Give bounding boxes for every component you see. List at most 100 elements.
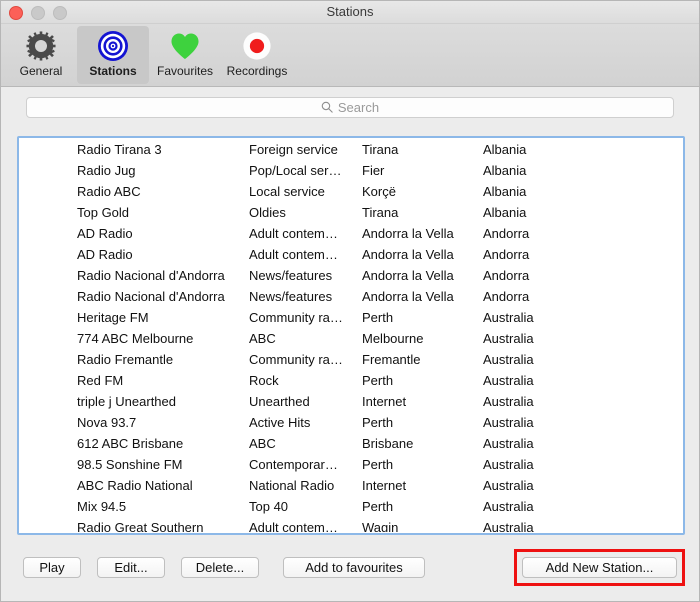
cell-station-name: Mix 94.5	[77, 499, 127, 514]
cell-station-name: 612 ABC Brisbane	[77, 436, 184, 451]
cell-city: Brisbane	[362, 436, 414, 451]
table-row[interactable]: triple j Unearthed Unearthed Internet Austr…	[20, 391, 682, 412]
title-bar: Stations	[1, 1, 699, 24]
table-row[interactable]: Top Gold Oldies Tirana Albania	[20, 202, 682, 223]
cell-city: Perth	[362, 310, 394, 325]
tab-recordings-label: Recordings	[226, 64, 288, 78]
stations-table-body[interactable]: Radio Tirana 3 Foreign service Tirana Alban…	[20, 139, 682, 532]
cell-city: Andorra la Vella	[362, 247, 454, 262]
cell-country: Australia	[483, 394, 534, 409]
table-row[interactable]: ABC Radio National National Radio Internet…	[20, 475, 682, 496]
cell-country: Australia	[483, 352, 534, 367]
tab-recordings[interactable]: Recordings	[221, 26, 293, 84]
cell-station-name: Radio Tirana 3	[77, 142, 162, 157]
edit-button[interactable]: Edit...	[97, 557, 165, 578]
cell-country: Australia	[483, 457, 534, 472]
table-row[interactable]: Radio Fremantle Community ra… Fremantle Aus…	[20, 349, 682, 370]
cell-country: Australia	[483, 373, 534, 388]
cell-station-name: Radio ABC	[77, 184, 141, 199]
cell-station-name: 98.5 Sonshine FM	[77, 457, 183, 472]
cell-city: Andorra la Vella	[362, 226, 454, 241]
cell-country: Albania	[483, 205, 527, 220]
table-row[interactable]: 774 ABC Melbourne ABC Melbourne Australia	[20, 328, 682, 349]
cell-station-name: Radio Jug	[77, 163, 136, 178]
tab-favourites[interactable]: Favourites	[149, 26, 221, 84]
window-title: Stations	[326, 4, 374, 19]
cell-country: Australia	[483, 310, 534, 325]
cell-genre: News/features	[249, 289, 333, 304]
cell-city: Wagin	[362, 520, 399, 532]
table-row[interactable]: Radio Tirana 3 Foreign service Tirana Alban…	[20, 139, 682, 160]
cell-country: Andorra	[483, 289, 530, 304]
table-row[interactable]: Mix 94.5 Top 40 Perth Australia	[20, 496, 682, 517]
search-input[interactable]: Search	[26, 96, 674, 118]
cell-city: Andorra la Vella	[362, 268, 454, 283]
cell-country: Albania	[483, 184, 527, 199]
cell-station-name: Nova 93.7	[77, 415, 137, 430]
cell-country: Australia	[483, 436, 534, 451]
cell-city: Tirana	[362, 205, 399, 220]
cell-station-name: Top Gold	[77, 205, 130, 220]
cell-genre: Unearthed	[249, 394, 310, 409]
cell-country: Australia	[483, 520, 534, 532]
cell-genre: Contemporar…	[249, 457, 338, 472]
tab-general[interactable]: General	[5, 26, 77, 84]
cell-genre: Top 40	[249, 499, 289, 514]
tab-general-label: General	[19, 64, 63, 78]
table-row[interactable]: Heritage FM Community ra… Perth Australia	[20, 307, 682, 328]
cell-genre: Community ra…	[249, 352, 343, 367]
cell-country: Andorra	[483, 268, 530, 283]
table-row[interactable]: AD Radio Adult contem… Andorra la Vella And…	[20, 244, 682, 265]
search-inner: Search	[321, 100, 379, 115]
table-row[interactable]: Red FM Rock Perth Australia	[20, 370, 682, 391]
cell-station-name: 774 ABC Melbourne	[77, 331, 194, 346]
cell-city: Internet	[362, 478, 407, 493]
cell-city: Perth	[362, 373, 394, 388]
cell-genre: Community ra…	[249, 310, 343, 325]
cell-country: Australia	[483, 415, 534, 430]
tab-favourites-label: Favourites	[156, 64, 214, 78]
add-to-favourites-button[interactable]: Add to favourites	[283, 557, 425, 578]
cell-genre: Adult contem…	[249, 520, 338, 532]
cell-country: Andorra	[483, 247, 530, 262]
add-new-station-button[interactable]: Add New Station...	[522, 557, 677, 578]
cell-country: Albania	[483, 163, 527, 178]
table-row[interactable]: Radio ABC Local service Korçë Albania	[20, 181, 682, 202]
table-row[interactable]: Radio Great Southern Adult contem… Wagin Au…	[20, 517, 682, 532]
table-row[interactable]: Radio Nacional d'Andorra News/features And…	[20, 286, 682, 307]
delete-button[interactable]: Delete...	[181, 557, 259, 578]
cell-city: Perth	[362, 415, 394, 430]
table-row[interactable]: AD Radio Adult contem… Andorra la Vella And…	[20, 223, 682, 244]
cell-station-name: ABC Radio National	[77, 478, 193, 493]
cell-station-name: Red FM	[77, 373, 124, 388]
table-row[interactable]: Radio Nacional d'Andorra News/features And…	[20, 265, 682, 286]
table-row[interactable]: 612 ABC Brisbane ABC Brisbane Australia	[20, 433, 682, 454]
cell-genre: Pop/Local ser…	[249, 163, 342, 178]
cell-genre: Oldies	[249, 205, 286, 220]
cell-genre: Foreign service	[249, 142, 338, 157]
cell-country: Australia	[483, 499, 534, 514]
table-row[interactable]: Radio Jug Pop/Local ser… Fier Albania	[20, 160, 682, 181]
cell-country: Andorra	[483, 226, 530, 241]
cell-station-name: Radio Nacional d'Andorra	[77, 289, 225, 304]
tab-stations[interactable]: Stations	[77, 26, 149, 84]
stations-window: Stations General Stations Favourites Rec…	[0, 0, 700, 602]
cell-genre: Rock	[249, 373, 279, 388]
gear-icon	[26, 28, 56, 64]
cell-station-name: Radio Great Southern	[77, 520, 204, 532]
cell-genre: Adult contem…	[249, 226, 338, 241]
cell-station-name: Radio Fremantle	[77, 352, 174, 367]
cell-city: Fier	[362, 163, 385, 178]
record-dot-icon	[242, 28, 272, 64]
cell-station-name: Radio Nacional d'Andorra	[77, 268, 225, 283]
table-row[interactable]: 98.5 Sonshine FM Contemporar… Perth Austral…	[20, 454, 682, 475]
cell-city: Tirana	[362, 142, 399, 157]
search-bar-area: Search	[1, 87, 699, 127]
cell-station-name: Heritage FM	[77, 310, 149, 325]
cell-genre: News/features	[249, 268, 333, 283]
search-icon	[321, 101, 333, 113]
stations-table[interactable]: Radio Tirana 3 Foreign service Tirana Alban…	[17, 136, 685, 535]
search-placeholder: Search	[337, 99, 380, 115]
table-row[interactable]: Nova 93.7 Active Hits Perth Australia	[20, 412, 682, 433]
play-button[interactable]: Play	[23, 557, 81, 578]
